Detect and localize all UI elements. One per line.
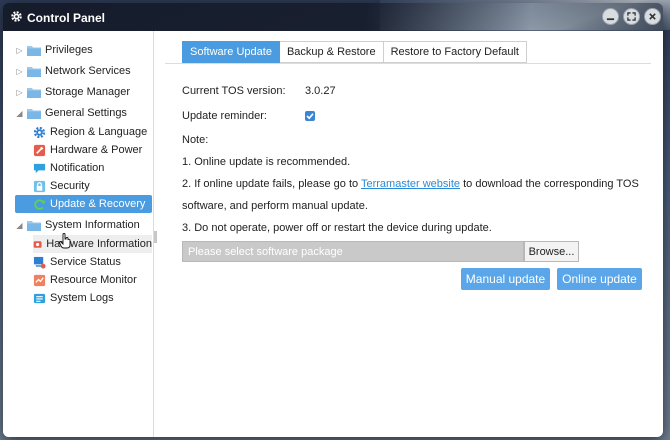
sidebar-item-label: System Information [45,219,140,231]
sidebar-item-label: Network Services [45,65,131,77]
expand-arrow-icon[interactable]: ▷ [15,88,24,97]
sidebar-item-label: Update & Recovery [50,198,146,210]
sidebar-item-label: System Logs [50,292,114,304]
update-reminder-checkbox[interactable] [305,111,315,121]
note-2-suffix: to download the corresponding TOS [463,178,639,190]
title-bar[interactable]: Control Panel [3,3,663,31]
sidebar-item-update-recovery[interactable]: Update & Recovery [15,195,152,213]
online-update-button[interactable]: Online update [557,268,642,290]
checkmark-icon [306,113,314,120]
tab-bar: Software Update Backup & Restore Restore… [182,41,527,63]
note-item-1: 1. Online update is recommended. [182,156,351,168]
reminder-label: Update reminder: [182,110,267,122]
service-status-icon [33,256,46,269]
sidebar-item-security[interactable]: Security [33,177,152,195]
sidebar-item-system-logs[interactable]: System Logs [33,289,152,307]
close-icon [649,13,656,20]
resource-monitor-icon [33,274,46,286]
sidebar-item-label: General Settings [45,107,127,119]
sidebar-item-service-status[interactable]: Service Status [33,253,152,271]
maximize-icon [627,12,636,21]
window-title: Control Panel [27,11,106,25]
hardware-info-icon [33,240,42,248]
folder-icon [27,66,41,77]
note-item-2-continued: software, and perform manual update. [182,200,368,212]
collapse-arrow-icon[interactable]: ◢ [15,109,24,118]
sidebar-item-label: Privileges [45,44,93,56]
close-button[interactable] [644,8,661,25]
tab-divider [165,63,651,64]
sidebar-item-label: Service Status [50,256,121,268]
sidebar-item-label: Notification [50,162,105,174]
sidebar-item-privileges[interactable]: ▷ Privileges [15,41,152,59]
security-lock-icon [33,180,46,192]
minimize-button[interactable] [602,8,619,25]
notification-chat-icon [33,163,46,173]
update-refresh-icon [34,199,46,210]
region-gear-icon [33,126,46,138]
sidebar-item-label: Region & Language [50,126,148,138]
folder-icon [27,87,41,98]
gear-icon [11,11,22,22]
software-package-placeholder: Please select software package [188,245,343,258]
manual-update-button[interactable]: Manual update [461,268,550,290]
version-label: Current TOS version: [182,85,286,97]
expand-arrow-icon[interactable]: ▷ [15,67,24,76]
version-value: 3.0.27 [305,85,336,97]
sidebar-item-label: Resource Monitor [50,274,137,286]
folder-icon [27,45,41,56]
sidebar-item-label: Hardware & Power [50,144,143,156]
browse-button[interactable]: Browse... [524,241,579,262]
sidebar-item-general-settings[interactable]: ◢ General Settings [15,104,152,122]
sidebar-item-network-services[interactable]: ▷ Network Services [15,62,152,80]
system-logs-icon [33,293,46,303]
hardware-wrench-icon [33,144,46,156]
folder-icon [27,108,41,119]
collapse-arrow-icon[interactable]: ◢ [15,221,24,230]
sidebar-item-hardware-information[interactable]: Hardware Information [33,235,152,253]
terramaster-website-link[interactable]: Terramaster website [361,178,460,190]
note-item-3: 3. Do not operate, power off or restart … [182,222,492,234]
sidebar-item-storage-manager[interactable]: ▷ Storage Manager [15,83,152,101]
tab-restore-factory-default[interactable]: Restore to Factory Default [383,41,527,63]
sidebar-item-label: Storage Manager [45,86,130,98]
sidebar-item-notification[interactable]: Notification [33,159,152,177]
sidebar-item-region-language[interactable]: Region & Language [33,123,152,141]
expand-arrow-icon[interactable]: ▷ [15,46,24,55]
main-content: Software Update Backup & Restore Restore… [155,31,663,437]
hand-pointer-icon [59,233,71,249]
folder-icon [27,220,41,231]
maximize-button[interactable] [623,8,640,25]
tab-software-update[interactable]: Software Update [182,41,280,63]
note-label: Note: [182,134,209,146]
sidebar: ▷ Privileges ▷ Network Services ▷ Storag… [3,31,154,437]
minimize-icon [606,18,615,21]
window-body: ▷ Privileges ▷ Network Services ▷ Storag… [3,31,663,437]
sidebar-item-resource-monitor[interactable]: Resource Monitor [33,271,152,289]
sidebar-item-system-information[interactable]: ◢ System Information [15,216,152,234]
note-item-2: 2. If online update fails, please go to … [182,178,639,190]
tab-backup-restore[interactable]: Backup & Restore [279,41,384,63]
control-panel-window: Control Panel ▷ Privileges ▷ Network Ser… [3,3,663,437]
note-2-prefix: 2. If online update fails, please go to [182,178,359,190]
software-package-field[interactable]: Please select software package [182,241,524,262]
sidebar-item-label: Security [50,180,90,192]
sidebar-item-hardware-power[interactable]: Hardware & Power [33,141,152,159]
